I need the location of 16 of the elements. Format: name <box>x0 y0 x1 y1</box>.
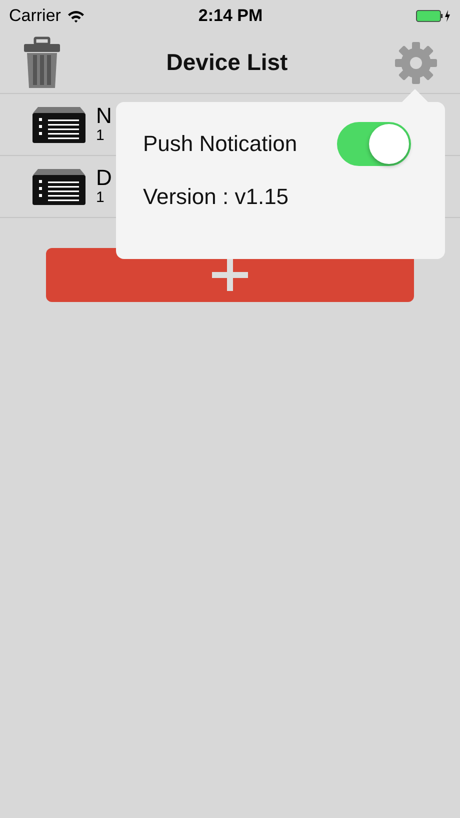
device-name: N <box>96 104 112 128</box>
server-icon <box>32 168 86 206</box>
server-icon <box>32 106 86 144</box>
trash-icon[interactable] <box>24 36 60 90</box>
battery-icon <box>416 9 452 23</box>
push-notification-label: Push Notication <box>143 131 298 157</box>
carrier-name: Carrier <box>9 6 61 26</box>
nav-title: Device List <box>166 49 288 76</box>
device-address: 1 <box>96 190 106 207</box>
status-time: 2:14 PM <box>198 6 263 26</box>
plus-icon <box>212 259 248 291</box>
device-name: D <box>96 166 112 190</box>
push-toggle[interactable] <box>337 122 411 166</box>
version-text: Version : v1.15 <box>143 184 290 210</box>
wifi-icon <box>66 10 85 22</box>
device-address: 1 <box>96 128 106 145</box>
